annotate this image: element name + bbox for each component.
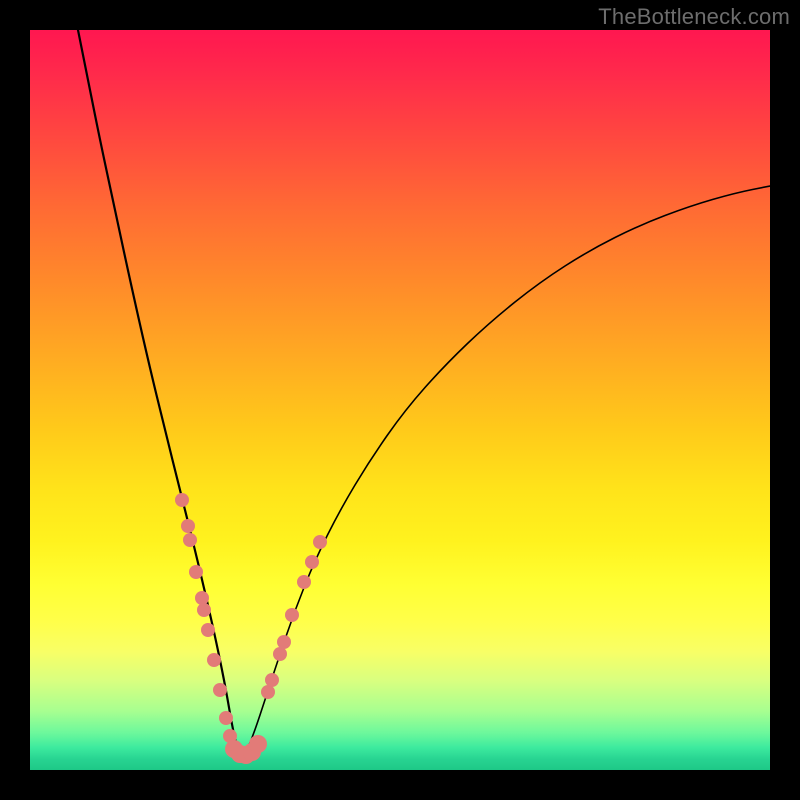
- data-point-dot: [313, 535, 327, 549]
- data-point-dot: [261, 685, 275, 699]
- data-point-dot: [219, 711, 233, 725]
- data-point-dot: [197, 603, 211, 617]
- chart-svg: [30, 30, 770, 770]
- data-point-dot: [265, 673, 279, 687]
- data-point-dot: [195, 591, 209, 605]
- watermark-text: TheBottleneck.com: [598, 4, 790, 30]
- data-point-dot: [207, 653, 221, 667]
- dots-right-group: [261, 535, 327, 699]
- data-point-dot: [189, 565, 203, 579]
- data-point-dot: [201, 623, 215, 637]
- data-point-dot: [183, 533, 197, 547]
- left-curve: [78, 30, 242, 755]
- right-curve: [242, 186, 770, 755]
- data-point-dot: [213, 683, 227, 697]
- data-point-dot: [181, 519, 195, 533]
- data-point-dot: [273, 647, 287, 661]
- data-point-dot: [277, 635, 291, 649]
- data-point-dot: [305, 555, 319, 569]
- data-point-dot: [297, 575, 311, 589]
- data-point-dot: [175, 493, 189, 507]
- chart-plot-area: [30, 30, 770, 770]
- data-point-dot: [285, 608, 299, 622]
- chart-frame: TheBottleneck.com: [0, 0, 800, 800]
- data-point-dot: [249, 735, 267, 753]
